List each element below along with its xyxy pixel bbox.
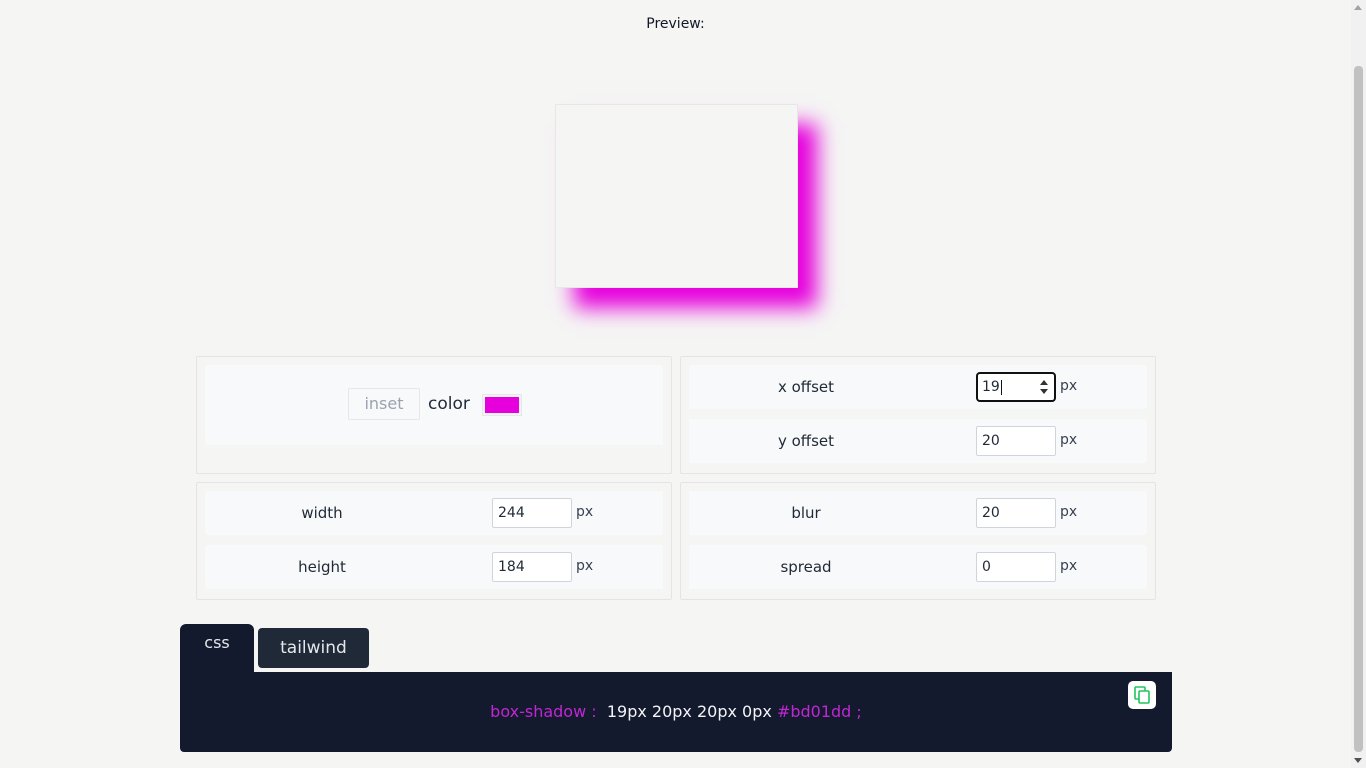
height-row: height 184 px (205, 545, 663, 589)
x-offset-spinner[interactable] (1039, 379, 1049, 395)
inset-color-panel: inset color (196, 356, 672, 474)
height-unit: px (576, 558, 594, 574)
spinner-up-icon[interactable] (1040, 380, 1048, 385)
x-offset-value: 19 (982, 379, 1000, 395)
text-caret (1000, 379, 1002, 395)
height-input[interactable]: 184 (492, 552, 572, 582)
spread-row: spread 0 px (689, 545, 1147, 589)
inset-color-row: inset color (205, 365, 663, 445)
spinner-down-icon[interactable] (1040, 389, 1048, 394)
x-offset-input[interactable]: 19 (976, 372, 1056, 402)
y-offset-row: y offset 20 px (689, 419, 1147, 463)
width-row: width 244 px (205, 491, 663, 535)
color-picker[interactable] (482, 394, 522, 416)
scroll-up-icon[interactable] (1354, 5, 1362, 10)
blur-row: blur 20 px (689, 491, 1147, 535)
code-property: box-shadow : (490, 702, 597, 721)
copy-icon (1134, 686, 1150, 704)
width-unit: px (576, 504, 594, 520)
code-values: 19px 20px 20px 0px (606, 702, 772, 721)
code-line: box-shadow : 19px 20px 20px 0px #bd01dd … (180, 672, 1172, 752)
copy-button[interactable] (1128, 681, 1156, 709)
spread-label: spread (780, 558, 832, 576)
width-input[interactable]: 244 (492, 498, 572, 528)
size-panel: width 244 px height 184 px (196, 482, 672, 600)
height-label: height (298, 558, 346, 576)
inset-toggle-button[interactable]: inset (348, 388, 420, 420)
offset-panel: x offset 19 px y offset 20 px (680, 356, 1156, 474)
y-offset-label: y offset (777, 432, 835, 450)
blur-spread-panel: blur 20 px spread 0 px (680, 482, 1156, 600)
y-offset-input[interactable]: 20 (976, 426, 1056, 456)
spread-unit: px (1060, 558, 1078, 574)
tab-tailwind[interactable]: tailwind (258, 628, 369, 668)
blur-unit: px (1060, 504, 1078, 520)
preview-box (555, 104, 798, 288)
y-offset-unit: px (1060, 432, 1078, 448)
scroll-thumb[interactable] (1354, 66, 1363, 752)
code-output: box-shadow : 19px 20px 20px 0px #bd01dd … (180, 672, 1172, 752)
spread-input[interactable]: 0 (976, 552, 1056, 582)
color-swatch-fill (485, 397, 519, 413)
blur-label: blur (791, 504, 821, 522)
code-color: #bd01dd ; (776, 702, 862, 721)
x-offset-row: x offset 19 px (689, 365, 1147, 409)
tab-css[interactable]: css (180, 624, 254, 674)
preview-title: Preview: (646, 16, 705, 32)
page-scrollbar[interactable] (1351, 0, 1366, 768)
color-label: color (428, 394, 470, 414)
x-offset-label: x offset (777, 378, 835, 396)
x-offset-unit: px (1060, 378, 1078, 394)
blur-input[interactable]: 20 (976, 498, 1056, 528)
scroll-down-icon[interactable] (1354, 758, 1362, 763)
width-label: width (301, 504, 343, 522)
